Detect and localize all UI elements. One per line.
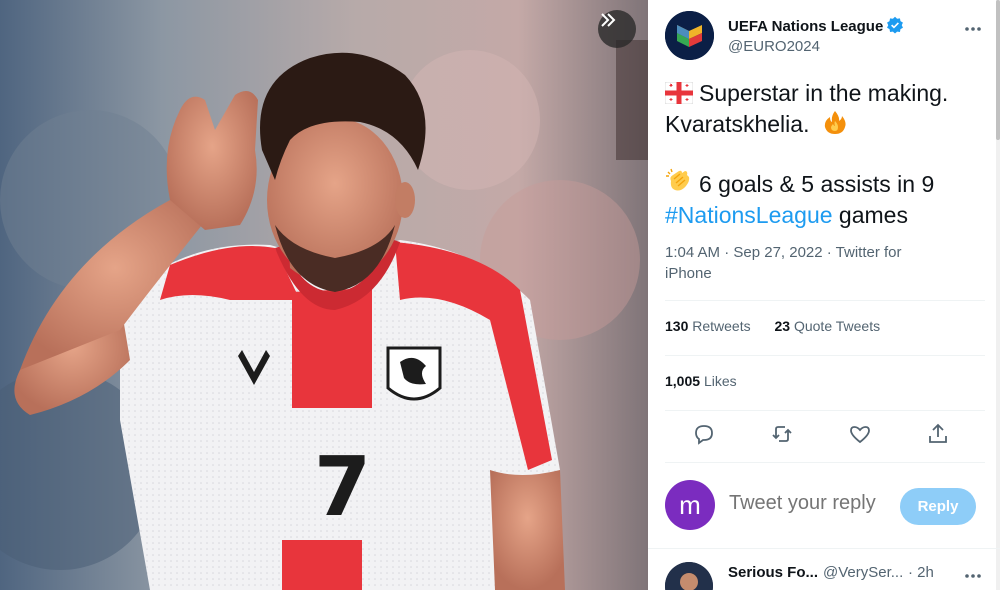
share-button[interactable] [926, 422, 952, 448]
retweet-button[interactable] [770, 422, 796, 448]
tweet-text: Superstar in the making. Kvaratskhelia. … [665, 78, 985, 231]
more-horizontal-icon [965, 574, 981, 578]
reply-avatar-image [665, 562, 713, 590]
hashtag-link[interactable]: #NationsLeague [665, 202, 833, 228]
clapping-hands-emoji-icon [666, 168, 690, 191]
tweet-author: UEFA Nations League @EURO2024 [665, 11, 985, 61]
scrollbar-thumb[interactable] [996, 0, 1000, 140]
reply-submit-button[interactable]: Reply [900, 488, 976, 525]
chevrons-right-icon [601, 13, 616, 27]
retweets-count: 130 [665, 318, 689, 334]
reply-timestamp[interactable]: · 2h [908, 564, 934, 581]
more-options-button[interactable] [961, 19, 985, 39]
author-name[interactable]: UEFA Nations League [728, 16, 904, 35]
retweets-label: Retweets [692, 318, 751, 334]
reply-icon [695, 425, 713, 445]
tweet-line-3: 6 goals & 5 assists in 9 [665, 167, 985, 200]
verified-badge-icon [887, 16, 904, 34]
tweet-text-line1: Superstar in the making. [699, 80, 949, 106]
reply-author-avatar[interactable] [665, 562, 713, 590]
quotes-count: 23 [774, 318, 791, 334]
tweet-line-4: #NationsLeague games [665, 200, 985, 231]
expand-panel-button[interactable] [598, 10, 636, 48]
quotes-label: Quote Tweets [793, 318, 881, 334]
reply-input[interactable] [729, 492, 899, 515]
tweet-text-line4-tail: games [832, 202, 908, 228]
like-button[interactable] [848, 422, 874, 448]
tweet-timestamp[interactable]: 1:04 AM · Sep 27, 2022 · Twitter for iPh… [665, 242, 935, 284]
likes-label: Likes [703, 373, 737, 389]
jersey-number: 7 [314, 440, 371, 535]
author-handle[interactable]: @EURO2024 [728, 38, 820, 55]
likes-count: 1,005 [665, 373, 701, 389]
fire-emoji-icon [824, 111, 846, 134]
tweet-panel: UEFA Nations League @EURO2024 Superstar … [648, 0, 1000, 590]
reply-item[interactable]: Serious Fo... @VerySer... · 2h [665, 560, 985, 590]
reply-author-handle[interactable]: @VerySer... [823, 564, 903, 581]
divider [665, 462, 985, 463]
tweet-actions [690, 422, 960, 450]
tweet-text-line2: Kvaratskhelia. [665, 111, 810, 137]
media-viewer: 7 [0, 0, 648, 590]
scrollbar[interactable] [996, 0, 1000, 590]
reply-more-options-button[interactable] [961, 566, 985, 586]
georgia-flag-icon [665, 82, 693, 104]
divider [665, 300, 985, 301]
likes-stat[interactable]: 1,005 Likes [665, 373, 737, 389]
reply-author-name[interactable]: Serious Fo... [728, 564, 818, 581]
like-icon [850, 426, 870, 444]
divider [665, 355, 985, 356]
reply-button[interactable] [692, 422, 718, 448]
more-horizontal-icon [965, 27, 981, 31]
tweet-line-1: Superstar in the making. [665, 78, 985, 109]
author-avatar[interactable] [665, 11, 714, 60]
tweet-text-line3: 6 goals & 5 assists in 9 [699, 171, 935, 197]
retweets-stat[interactable]: 130 Retweets [665, 318, 751, 334]
retweet-icon [772, 426, 792, 442]
reply-composer: m Reply [665, 478, 985, 533]
divider [648, 548, 1000, 549]
nations-league-logo-icon [665, 11, 714, 60]
divider [665, 410, 985, 411]
tweet-stats-row: 130 Retweets 23 Quote Tweets [665, 318, 900, 334]
user-avatar[interactable]: m [665, 480, 715, 530]
share-icon [929, 423, 947, 443]
player-photo: 7 [0, 0, 648, 590]
quote-tweets-stat[interactable]: 23 Quote Tweets [775, 318, 881, 334]
tweet-line-2: Kvaratskhelia. [665, 109, 985, 140]
author-name-text: UEFA Nations League [728, 18, 884, 35]
